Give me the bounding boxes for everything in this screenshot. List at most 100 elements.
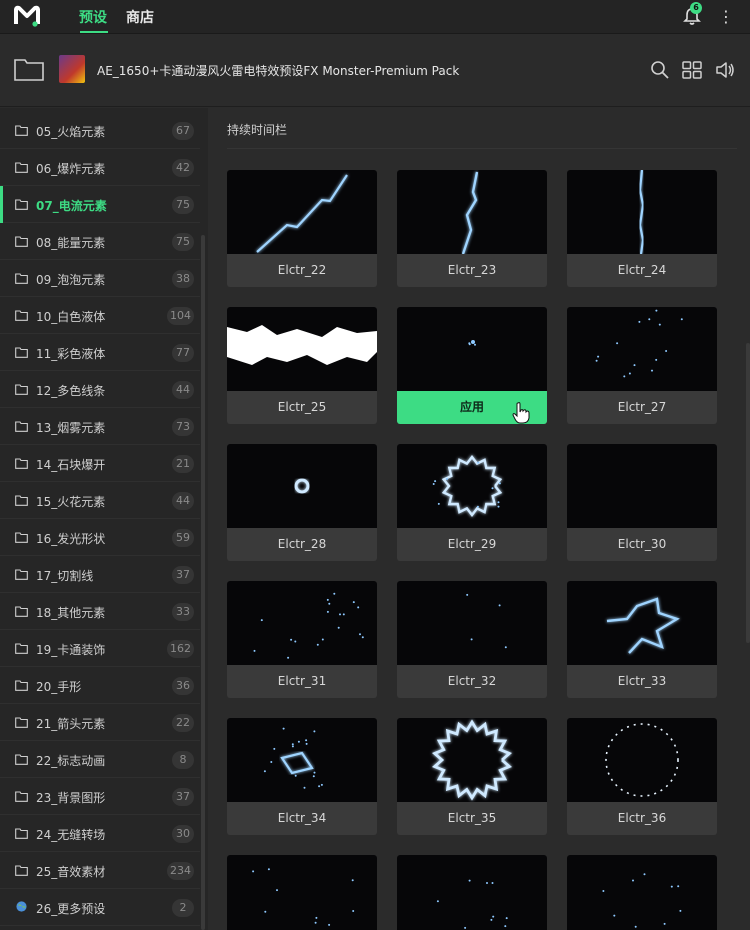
preset-card[interactable]: Elctr_27 bbox=[567, 307, 717, 424]
grid-scrollbar[interactable] bbox=[746, 343, 750, 643]
preset-thumbnail bbox=[567, 581, 717, 665]
sidebar-item-label: 24_无缝转场 bbox=[36, 828, 106, 842]
preset-thumbnail bbox=[567, 444, 717, 528]
sidebar-item-count: 37 bbox=[172, 566, 194, 584]
sidebar-item-count: 104 bbox=[167, 307, 194, 325]
search-icon[interactable] bbox=[650, 60, 670, 80]
app-logo-icon[interactable] bbox=[14, 4, 40, 28]
pack-thumbnail bbox=[59, 55, 85, 83]
sidebar-item-label: 23_背景图形 bbox=[36, 791, 106, 805]
preset-card[interactable]: Elctr_30 bbox=[567, 444, 717, 561]
preset-name: Elctr_35 bbox=[447, 811, 497, 825]
preset-card[interactable] bbox=[567, 855, 717, 930]
preset-grid-panel: 持续时间栏 Elctr_22 Elctr_23 Elctr_24 Elctr_25 应用… bbox=[208, 108, 750, 930]
folder-icon bbox=[15, 791, 28, 802]
sidebar-item[interactable]: 19_卡通装饰 162 bbox=[0, 630, 200, 667]
sidebar-item[interactable]: 24_无缝转场 30 bbox=[0, 815, 200, 852]
folder-icon bbox=[15, 310, 28, 321]
sidebar-item-label: 16_发光形状 bbox=[36, 532, 106, 546]
preset-card[interactable]: Elctr_31 bbox=[227, 581, 377, 698]
sidebar-item-label: 19_卡通装饰 bbox=[36, 643, 106, 657]
sidebar-item-count: 22 bbox=[172, 714, 194, 732]
sidebar-item-label: 06_爆炸元素 bbox=[36, 162, 106, 176]
preset-name: Elctr_24 bbox=[617, 263, 667, 277]
folder-icon[interactable] bbox=[14, 57, 44, 81]
preset-card[interactable]: Elctr_32 bbox=[397, 581, 547, 698]
preset-name: Elctr_36 bbox=[617, 811, 667, 825]
sidebar-item[interactable]: 13_烟雾元素 73 bbox=[0, 408, 200, 445]
more-menu-icon[interactable]: ⋮ bbox=[718, 7, 734, 27]
tab-store[interactable]: 商店 bbox=[126, 7, 154, 27]
sidebar-item[interactable]: 11_彩色液体 77 bbox=[0, 334, 200, 371]
sidebar-item-label: 21_箭头元素 bbox=[36, 717, 106, 731]
preset-card[interactable]: Elctr_28 bbox=[227, 444, 377, 561]
preset-card[interactable]: Elctr_35 bbox=[397, 718, 547, 835]
preset-thumbnail bbox=[397, 581, 547, 665]
preset-card[interactable]: Elctr_29 bbox=[397, 444, 547, 561]
preset-name: Elctr_28 bbox=[277, 537, 327, 551]
preset-card[interactable]: Elctr_22 bbox=[227, 170, 377, 287]
preset-thumbnail bbox=[397, 307, 547, 391]
preset-card[interactable] bbox=[227, 855, 377, 930]
sidebar-scrollbar[interactable] bbox=[201, 235, 205, 930]
folder-icon bbox=[15, 162, 28, 173]
sidebar-item-count: 21 bbox=[172, 455, 194, 473]
sidebar-item[interactable]: 08_能量元素 75 bbox=[0, 223, 200, 260]
preset-card[interactable]: Elctr_25 bbox=[227, 307, 377, 424]
preset-card[interactable]: Elctr_33 bbox=[567, 581, 717, 698]
sidebar-item-label: 20_手形 bbox=[36, 680, 82, 694]
sidebar-item[interactable]: 15_火花元素 44 bbox=[0, 482, 200, 519]
category-sidebar: 05_火焰元素 67 06_爆炸元素 42 07_电流元素 75 08_能量元素 75 09_泡… bbox=[0, 108, 208, 930]
sidebar-item[interactable]: 16_发光形状 59 bbox=[0, 519, 200, 556]
preset-card[interactable]: Elctr_36 bbox=[567, 718, 717, 835]
sidebar-item[interactable]: 07_电流元素 75 bbox=[0, 186, 200, 223]
preset-thumbnail bbox=[397, 855, 547, 930]
preset-thumbnail bbox=[227, 307, 377, 391]
sidebar-item[interactable]: 23_背景图形 37 bbox=[0, 778, 200, 815]
preset-thumbnail bbox=[567, 170, 717, 254]
preset-name: Elctr_25 bbox=[277, 400, 327, 414]
tab-presets[interactable]: 预设 bbox=[79, 7, 107, 27]
sidebar-item-count: 36 bbox=[172, 677, 194, 695]
sidebar-item-label: 07_电流元素 bbox=[36, 199, 107, 213]
preset-card[interactable]: Elctr_24 bbox=[567, 170, 717, 287]
preset-name: Elctr_22 bbox=[277, 263, 327, 277]
sidebar-item[interactable]: 18_其他元素 33 bbox=[0, 593, 200, 630]
sidebar-item-label: 18_其他元素 bbox=[36, 606, 106, 620]
sidebar-item[interactable]: 22_标志动画 8 bbox=[0, 741, 200, 778]
folder-icon bbox=[15, 347, 28, 358]
preset-card[interactable]: Elctr_23 bbox=[397, 170, 547, 287]
top-nav-bar: 预设 商店 6 ⋮ bbox=[0, 0, 750, 34]
sidebar-item[interactable]: 17_切割线 37 bbox=[0, 556, 200, 593]
preset-thumbnail bbox=[397, 718, 547, 802]
sidebar-item[interactable]: 14_石块爆开 21 bbox=[0, 445, 200, 482]
preset-card[interactable]: Elctr_34 bbox=[227, 718, 377, 835]
sidebar-item[interactable]: 09_泡泡元素 38 bbox=[0, 260, 200, 297]
sidebar-item[interactable]: 26_更多预设 2 bbox=[0, 889, 200, 926]
folder-icon bbox=[15, 532, 28, 543]
sidebar-item-count: 8 bbox=[172, 751, 194, 769]
sidebar-item-count: 77 bbox=[172, 344, 194, 362]
sidebar-item-count: 30 bbox=[172, 825, 194, 843]
preset-card[interactable] bbox=[397, 855, 547, 930]
sidebar-item[interactable]: 21_箭头元素 22 bbox=[0, 704, 200, 741]
preset-thumbnail bbox=[397, 170, 547, 254]
folder-icon bbox=[15, 495, 28, 506]
sidebar-item-count: 37 bbox=[172, 788, 194, 806]
volume-icon[interactable] bbox=[715, 60, 735, 80]
sidebar-item[interactable]: 12_多色线条 44 bbox=[0, 371, 200, 408]
sidebar-item[interactable]: 20_手形 36 bbox=[0, 667, 200, 704]
sidebar-item-label: 25_音效素材 bbox=[36, 865, 106, 879]
sidebar-item[interactable]: 25_音效素材 234 bbox=[0, 852, 200, 889]
sidebar-item-label: 09_泡泡元素 bbox=[36, 273, 106, 287]
preset-thumbnail bbox=[227, 581, 377, 665]
sidebar-item[interactable]: 06_爆炸元素 42 bbox=[0, 149, 200, 186]
sidebar-item[interactable]: 10_白色液体 104 bbox=[0, 297, 200, 334]
preset-name: Elctr_30 bbox=[617, 537, 667, 551]
sidebar-item[interactable]: 05_火焰元素 67 bbox=[0, 112, 200, 149]
sidebar-item-label: 22_标志动画 bbox=[36, 754, 106, 768]
sidebar-item-count: 44 bbox=[172, 381, 194, 399]
sidebar-item-label: 14_石块爆开 bbox=[36, 458, 106, 472]
globe-icon bbox=[16, 901, 27, 912]
grid-view-icon[interactable] bbox=[682, 60, 702, 80]
